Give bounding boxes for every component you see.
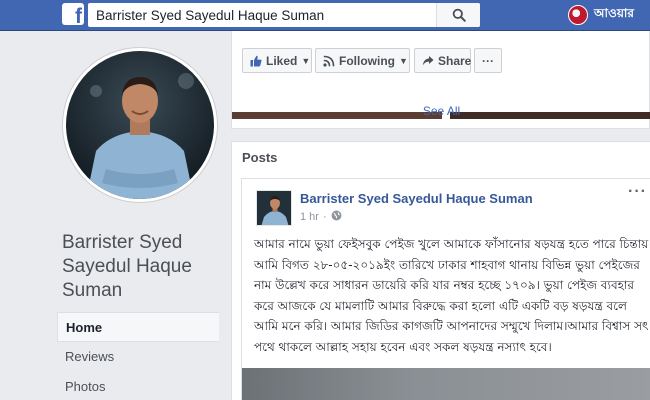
post-meta: 1 hr · xyxy=(300,210,342,224)
top-bar: f আওয়ার xyxy=(0,0,650,31)
page-navigation: Home Reviews Photos xyxy=(57,312,219,400)
liked-label: Liked xyxy=(266,53,298,68)
share-button[interactable]: Share xyxy=(414,48,471,73)
nav-item-home[interactable]: Home xyxy=(57,312,219,342)
page-title: Barrister Syed Sayedul Haque Suman xyxy=(62,232,192,301)
chevron-down-icon: ▼ xyxy=(399,55,408,66)
following-label: Following xyxy=(339,53,395,68)
user-name: আওয়ার xyxy=(594,6,634,20)
globe-icon[interactable] xyxy=(331,210,342,224)
more-options-button[interactable]: ··· xyxy=(474,48,502,73)
meta-separator: · xyxy=(322,211,327,223)
nav-item-photos[interactable]: Photos xyxy=(57,372,219,400)
search-button[interactable] xyxy=(436,3,480,27)
more-icon: ··· xyxy=(482,53,494,68)
see-all-link[interactable]: See All xyxy=(232,104,650,118)
thumbs-up-icon xyxy=(250,55,262,67)
share-icon xyxy=(422,55,434,67)
profile-photo xyxy=(66,51,214,199)
search-icon xyxy=(452,8,466,22)
user-avatar xyxy=(568,5,588,25)
nav-item-reviews[interactable]: Reviews xyxy=(57,342,219,372)
post-body-text: আমার নামে ভুয়া ফেইসবুক পেইজ খুলে আমাকে … xyxy=(254,237,649,354)
rss-icon xyxy=(323,55,335,67)
liked-button[interactable]: Liked ▼ xyxy=(242,48,312,73)
search-box xyxy=(88,3,480,27)
profile-picture[interactable] xyxy=(63,48,217,202)
post-author-name[interactable]: Barrister Syed Sayedul Haque Suman xyxy=(300,191,533,206)
user-profile-link[interactable]: আওয়ার xyxy=(568,5,634,25)
posts-heading: Posts xyxy=(242,150,278,165)
post-options-button[interactable]: ··· xyxy=(628,183,647,201)
page-actions-card: Liked ▼ Following ▼ Share ··· See All xyxy=(231,31,650,129)
post-author-avatar[interactable] xyxy=(256,190,292,226)
post-image[interactable] xyxy=(242,368,650,400)
post-card: Barrister Syed Sayedul Haque Suman 1 hr … xyxy=(241,178,650,400)
posts-section: Posts Barrister Syed Sayedul Haque Suman… xyxy=(231,141,650,400)
chevron-down-icon: ▼ xyxy=(301,55,311,66)
facebook-logo-icon[interactable]: f xyxy=(62,3,84,25)
following-button[interactable]: Following ▼ xyxy=(315,48,410,73)
share-label: Share xyxy=(438,53,472,68)
search-input[interactable] xyxy=(88,3,438,27)
post-timestamp[interactable]: 1 hr xyxy=(300,211,319,223)
